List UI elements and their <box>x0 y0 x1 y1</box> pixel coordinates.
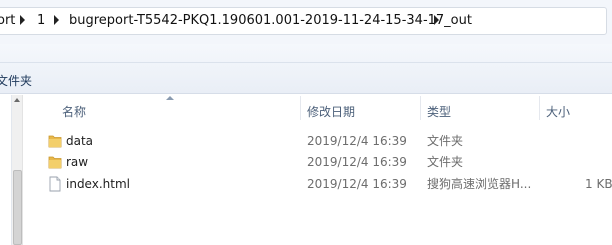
column-header-name[interactable]: 名称 <box>62 103 86 120</box>
html-file-icon <box>49 176 61 192</box>
folder-icon <box>48 156 62 169</box>
breadcrumb-separator-icon[interactable] <box>20 15 25 25</box>
command-bar-divider <box>0 62 612 63</box>
column-divider[interactable] <box>300 96 301 120</box>
file-row-raw[interactable]: raw 2019/12/4 16:39 文件夹 <box>44 151 612 173</box>
file-type: 文件夹 <box>427 134 464 148</box>
file-name: raw <box>66 155 89 169</box>
column-header-type[interactable]: 类型 <box>427 103 451 120</box>
file-size: 1 KB <box>585 177 612 191</box>
file-name: data <box>66 134 94 148</box>
file-modified-date: 2019/12/4 16:39 <box>307 155 407 169</box>
folder-icon <box>48 135 62 148</box>
navigation-pane[interactable] <box>0 95 12 245</box>
breadcrumb-separator-icon[interactable] <box>434 15 439 25</box>
file-type: 文件夹 <box>427 155 464 169</box>
column-header-size[interactable]: 大小 <box>546 103 570 120</box>
file-name: index.html <box>66 177 130 191</box>
file-modified-date: 2019/12/4 16:39 <box>307 177 407 191</box>
file-row-data[interactable]: data 2019/12/4 16:39 文件夹 <box>44 130 612 152</box>
new-folder-button[interactable]: 文件夹 <box>0 72 32 89</box>
column-divider[interactable] <box>420 96 421 120</box>
sort-ascending-icon <box>166 96 174 100</box>
scrollbar-thumb[interactable] <box>13 170 22 245</box>
command-bar <box>0 44 612 94</box>
breadcrumb-separator-icon[interactable] <box>54 15 59 25</box>
breadcrumb-1[interactable]: 1 <box>37 13 45 29</box>
column-divider[interactable] <box>539 96 540 120</box>
scroll-up-icon[interactable] <box>14 98 20 102</box>
column-header-modified[interactable]: 修改日期 <box>307 103 355 120</box>
breadcrumb-current-folder[interactable]: bugreport-T5542-PKQ1.190601.001-2019-11-… <box>69 13 472 29</box>
file-row-index-html[interactable]: index.html 2019/12/4 16:39 搜狗高速浏览器H... 1… <box>44 173 612 195</box>
file-type: 搜狗高速浏览器H... <box>427 177 532 191</box>
breadcrumb-parent[interactable]: ort <box>0 13 15 29</box>
file-modified-date: 2019/12/4 16:39 <box>307 134 407 148</box>
